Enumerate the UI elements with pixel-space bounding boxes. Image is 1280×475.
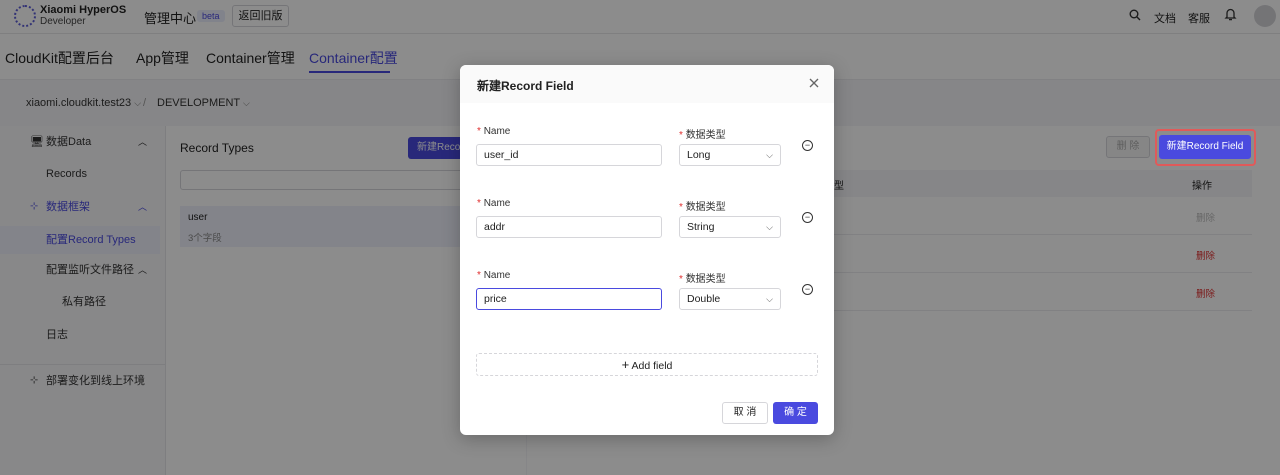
- field-type-select[interactable]: Double ⌵: [679, 288, 781, 310]
- modal-title: 新建Record Field: [477, 79, 574, 93]
- new-record-field-modal: [460, 65, 834, 435]
- remove-field-icon[interactable]: −: [802, 140, 813, 151]
- chevron-down-icon: ⌵: [766, 222, 773, 232]
- close-icon[interactable]: [808, 76, 820, 92]
- type-label: * 数据类型: [679, 274, 726, 285]
- chevron-down-icon: ⌵: [766, 150, 773, 160]
- cancel-button[interactable]: 取 消: [722, 402, 768, 424]
- type-label: * 数据类型: [679, 130, 726, 141]
- field-type-select[interactable]: Long ⌵: [679, 144, 781, 166]
- type-label: * 数据类型: [679, 202, 726, 213]
- field-name-input[interactable]: price: [476, 288, 662, 310]
- remove-field-icon[interactable]: −: [802, 212, 813, 223]
- field-name-input[interactable]: addr: [476, 216, 662, 238]
- name-label: * Name: [477, 126, 511, 137]
- field-name-input[interactable]: user_id: [476, 144, 662, 166]
- remove-field-icon[interactable]: −: [802, 284, 813, 295]
- confirm-button[interactable]: 确 定: [773, 402, 818, 424]
- plus-icon: +: [621, 357, 630, 372]
- name-label: * Name: [477, 198, 511, 209]
- add-field-button[interactable]: + Add field: [476, 353, 818, 376]
- new-record-field-button[interactable]: 新建Record Field: [1159, 135, 1251, 159]
- name-label: * Name: [477, 270, 511, 281]
- chevron-down-icon: ⌵: [766, 294, 773, 304]
- field-type-select[interactable]: String ⌵: [679, 216, 781, 238]
